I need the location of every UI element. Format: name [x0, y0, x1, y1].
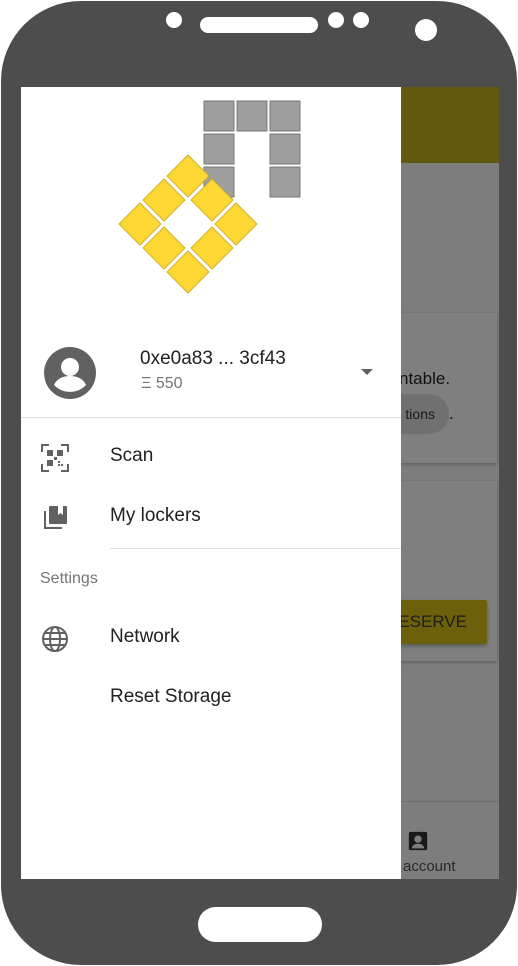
- menu-item-scan[interactable]: Scan: [21, 431, 401, 485]
- home-button[interactable]: [198, 907, 322, 942]
- menu-item-my-lockers[interactable]: My lockers: [21, 491, 401, 545]
- account-balance: Ξ 550: [141, 375, 183, 392]
- front-sensor: [328, 12, 344, 28]
- globe-icon: [42, 626, 68, 652]
- app-logo: [118, 100, 301, 294]
- account-avatar-icon: [44, 347, 96, 399]
- menu-item-label: My lockers: [110, 505, 201, 526]
- earpiece-speaker: [200, 17, 318, 33]
- menu-item-reset-storage[interactable]: Reset Storage: [21, 672, 401, 726]
- settings-subheader: Settings: [40, 570, 98, 587]
- library-books-icon: [44, 506, 67, 529]
- menu-item-network[interactable]: Network: [21, 612, 401, 666]
- qr-code-scan-icon: [41, 444, 69, 472]
- account-switcher[interactable]: 0xe0a83 ... 3cf43 Ξ 550: [21, 327, 401, 418]
- front-camera: [415, 19, 437, 41]
- menu-item-label: Reset Storage: [110, 686, 232, 707]
- front-sensor: [353, 12, 369, 28]
- menu-divider: [110, 548, 401, 549]
- menu-item-label: Scan: [110, 445, 154, 466]
- account-address: 0xe0a83 ... 3cf43: [140, 348, 286, 369]
- menu-item-label: Network: [110, 626, 180, 647]
- chevron-down-icon[interactable]: [359, 367, 375, 377]
- navigation-drawer: 0xe0a83 ... 3cf43 Ξ 550 Scan My lockers …: [21, 87, 401, 879]
- front-sensor: [166, 12, 182, 28]
- app-screen: ntable. tions . ESERVE account: [21, 87, 499, 879]
